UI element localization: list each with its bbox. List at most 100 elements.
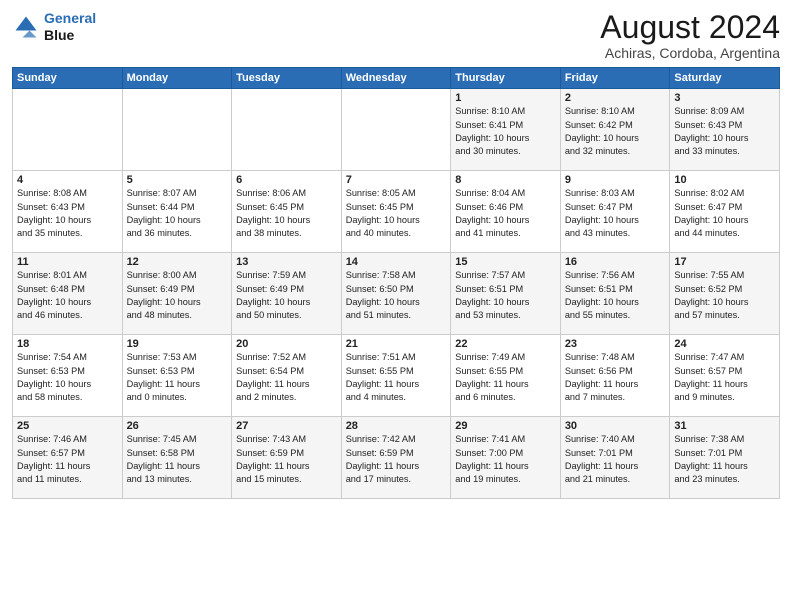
header-day-wednesday: Wednesday xyxy=(341,68,451,89)
day-number: 6 xyxy=(236,174,337,186)
calendar-cell: 1Sunrise: 8:10 AM Sunset: 6:41 PM Daylig… xyxy=(451,89,561,171)
calendar-week-3: 11Sunrise: 8:01 AM Sunset: 6:48 PM Dayli… xyxy=(13,253,780,335)
calendar-cell xyxy=(232,89,342,171)
calendar-cell xyxy=(13,89,123,171)
day-info: Sunrise: 8:07 AM Sunset: 6:44 PM Dayligh… xyxy=(127,187,228,240)
calendar-cell: 26Sunrise: 7:45 AM Sunset: 6:58 PM Dayli… xyxy=(122,417,232,499)
day-number: 3 xyxy=(674,92,775,104)
day-info: Sunrise: 8:04 AM Sunset: 6:46 PM Dayligh… xyxy=(455,187,556,240)
day-info: Sunrise: 8:10 AM Sunset: 6:41 PM Dayligh… xyxy=(455,105,556,158)
day-number: 14 xyxy=(346,256,447,268)
calendar-cell: 20Sunrise: 7:52 AM Sunset: 6:54 PM Dayli… xyxy=(232,335,342,417)
logo-line2: Blue xyxy=(44,27,96,44)
calendar-cell: 27Sunrise: 7:43 AM Sunset: 6:59 PM Dayli… xyxy=(232,417,342,499)
day-number: 15 xyxy=(455,256,556,268)
day-info: Sunrise: 7:42 AM Sunset: 6:59 PM Dayligh… xyxy=(346,433,447,486)
day-number: 5 xyxy=(127,174,228,186)
sub-title: Achiras, Cordoba, Argentina xyxy=(600,45,780,61)
day-number: 18 xyxy=(17,338,118,350)
title-block: August 2024 Achiras, Cordoba, Argentina xyxy=(600,10,780,61)
day-info: Sunrise: 8:00 AM Sunset: 6:49 PM Dayligh… xyxy=(127,269,228,322)
calendar-week-2: 4Sunrise: 8:08 AM Sunset: 6:43 PM Daylig… xyxy=(13,171,780,253)
calendar-cell: 31Sunrise: 7:38 AM Sunset: 7:01 PM Dayli… xyxy=(670,417,780,499)
day-number: 1 xyxy=(455,92,556,104)
calendar-cell: 13Sunrise: 7:59 AM Sunset: 6:49 PM Dayli… xyxy=(232,253,342,335)
calendar-cell: 7Sunrise: 8:05 AM Sunset: 6:45 PM Daylig… xyxy=(341,171,451,253)
day-number: 28 xyxy=(346,420,447,432)
calendar-cell: 6Sunrise: 8:06 AM Sunset: 6:45 PM Daylig… xyxy=(232,171,342,253)
day-number: 19 xyxy=(127,338,228,350)
day-info: Sunrise: 7:59 AM Sunset: 6:49 PM Dayligh… xyxy=(236,269,337,322)
day-info: Sunrise: 7:46 AM Sunset: 6:57 PM Dayligh… xyxy=(17,433,118,486)
day-info: Sunrise: 7:41 AM Sunset: 7:00 PM Dayligh… xyxy=(455,433,556,486)
day-number: 4 xyxy=(17,174,118,186)
calendar-cell: 16Sunrise: 7:56 AM Sunset: 6:51 PM Dayli… xyxy=(560,253,670,335)
calendar-cell xyxy=(122,89,232,171)
day-number: 30 xyxy=(565,420,666,432)
day-number: 31 xyxy=(674,420,775,432)
header-day-friday: Friday xyxy=(560,68,670,89)
header: General Blue August 2024 Achiras, Cordob… xyxy=(12,10,780,61)
day-info: Sunrise: 7:40 AM Sunset: 7:01 PM Dayligh… xyxy=(565,433,666,486)
day-info: Sunrise: 7:38 AM Sunset: 7:01 PM Dayligh… xyxy=(674,433,775,486)
calendar-week-1: 1Sunrise: 8:10 AM Sunset: 6:41 PM Daylig… xyxy=(13,89,780,171)
calendar-cell: 8Sunrise: 8:04 AM Sunset: 6:46 PM Daylig… xyxy=(451,171,561,253)
calendar-header-row: SundayMondayTuesdayWednesdayThursdayFrid… xyxy=(13,68,780,89)
calendar-cell: 12Sunrise: 8:00 AM Sunset: 6:49 PM Dayli… xyxy=(122,253,232,335)
calendar-week-4: 18Sunrise: 7:54 AM Sunset: 6:53 PM Dayli… xyxy=(13,335,780,417)
main-title: August 2024 xyxy=(600,10,780,45)
day-info: Sunrise: 7:55 AM Sunset: 6:52 PM Dayligh… xyxy=(674,269,775,322)
calendar-cell: 17Sunrise: 7:55 AM Sunset: 6:52 PM Dayli… xyxy=(670,253,780,335)
header-day-monday: Monday xyxy=(122,68,232,89)
calendar-cell: 28Sunrise: 7:42 AM Sunset: 6:59 PM Dayli… xyxy=(341,417,451,499)
day-number: 9 xyxy=(565,174,666,186)
day-info: Sunrise: 7:57 AM Sunset: 6:51 PM Dayligh… xyxy=(455,269,556,322)
day-info: Sunrise: 8:01 AM Sunset: 6:48 PM Dayligh… xyxy=(17,269,118,322)
day-number: 11 xyxy=(17,256,118,268)
header-day-saturday: Saturday xyxy=(670,68,780,89)
logo-text: General Blue xyxy=(44,10,96,44)
calendar-cell xyxy=(341,89,451,171)
day-number: 25 xyxy=(17,420,118,432)
logo: General Blue xyxy=(12,10,96,44)
day-number: 26 xyxy=(127,420,228,432)
day-info: Sunrise: 7:49 AM Sunset: 6:55 PM Dayligh… xyxy=(455,351,556,404)
day-info: Sunrise: 7:48 AM Sunset: 6:56 PM Dayligh… xyxy=(565,351,666,404)
day-number: 16 xyxy=(565,256,666,268)
day-info: Sunrise: 8:06 AM Sunset: 6:45 PM Dayligh… xyxy=(236,187,337,240)
day-info: Sunrise: 7:43 AM Sunset: 6:59 PM Dayligh… xyxy=(236,433,337,486)
day-info: Sunrise: 7:58 AM Sunset: 6:50 PM Dayligh… xyxy=(346,269,447,322)
calendar-cell: 11Sunrise: 8:01 AM Sunset: 6:48 PM Dayli… xyxy=(13,253,123,335)
day-number: 22 xyxy=(455,338,556,350)
logo-icon xyxy=(12,13,40,41)
day-info: Sunrise: 8:05 AM Sunset: 6:45 PM Dayligh… xyxy=(346,187,447,240)
day-number: 7 xyxy=(346,174,447,186)
day-info: Sunrise: 8:02 AM Sunset: 6:47 PM Dayligh… xyxy=(674,187,775,240)
day-number: 23 xyxy=(565,338,666,350)
calendar-week-5: 25Sunrise: 7:46 AM Sunset: 6:57 PM Dayli… xyxy=(13,417,780,499)
day-info: Sunrise: 8:09 AM Sunset: 6:43 PM Dayligh… xyxy=(674,105,775,158)
day-number: 8 xyxy=(455,174,556,186)
calendar-cell: 5Sunrise: 8:07 AM Sunset: 6:44 PM Daylig… xyxy=(122,171,232,253)
calendar-cell: 22Sunrise: 7:49 AM Sunset: 6:55 PM Dayli… xyxy=(451,335,561,417)
day-info: Sunrise: 8:03 AM Sunset: 6:47 PM Dayligh… xyxy=(565,187,666,240)
calendar-cell: 30Sunrise: 7:40 AM Sunset: 7:01 PM Dayli… xyxy=(560,417,670,499)
day-number: 27 xyxy=(236,420,337,432)
calendar-cell: 3Sunrise: 8:09 AM Sunset: 6:43 PM Daylig… xyxy=(670,89,780,171)
calendar-cell: 18Sunrise: 7:54 AM Sunset: 6:53 PM Dayli… xyxy=(13,335,123,417)
day-number: 10 xyxy=(674,174,775,186)
day-info: Sunrise: 7:52 AM Sunset: 6:54 PM Dayligh… xyxy=(236,351,337,404)
day-number: 12 xyxy=(127,256,228,268)
header-day-sunday: Sunday xyxy=(13,68,123,89)
day-info: Sunrise: 7:56 AM Sunset: 6:51 PM Dayligh… xyxy=(565,269,666,322)
calendar-cell: 10Sunrise: 8:02 AM Sunset: 6:47 PM Dayli… xyxy=(670,171,780,253)
calendar-cell: 25Sunrise: 7:46 AM Sunset: 6:57 PM Dayli… xyxy=(13,417,123,499)
day-info: Sunrise: 7:45 AM Sunset: 6:58 PM Dayligh… xyxy=(127,433,228,486)
calendar-cell: 19Sunrise: 7:53 AM Sunset: 6:53 PM Dayli… xyxy=(122,335,232,417)
day-info: Sunrise: 7:53 AM Sunset: 6:53 PM Dayligh… xyxy=(127,351,228,404)
calendar-cell: 24Sunrise: 7:47 AM Sunset: 6:57 PM Dayli… xyxy=(670,335,780,417)
day-info: Sunrise: 8:10 AM Sunset: 6:42 PM Dayligh… xyxy=(565,105,666,158)
calendar-cell: 14Sunrise: 7:58 AM Sunset: 6:50 PM Dayli… xyxy=(341,253,451,335)
day-number: 29 xyxy=(455,420,556,432)
header-day-thursday: Thursday xyxy=(451,68,561,89)
